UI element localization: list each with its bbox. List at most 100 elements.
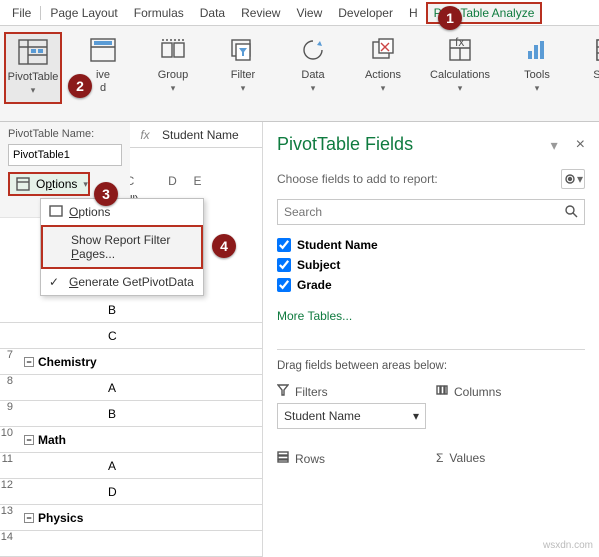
row-number[interactable]: 12 [0, 479, 16, 491]
cell-chemistry[interactable]: −Chemistry [18, 355, 168, 369]
area-rows-label: Rows [277, 451, 426, 466]
svg-text:fx: fx [455, 37, 464, 49]
group-icon [157, 34, 189, 66]
cell-math[interactable]: −Math [18, 433, 168, 447]
search-icon [564, 204, 578, 221]
filter-label: Filter [231, 69, 255, 82]
cell-value[interactable]: A [18, 459, 168, 473]
filter-icon [227, 34, 259, 66]
row-number[interactable]: 8 [0, 375, 16, 387]
fields-search[interactable] [277, 199, 585, 225]
field-checkbox[interactable] [277, 278, 291, 292]
more-tables-link[interactable]: More Tables... [277, 309, 585, 323]
tools-button[interactable]: Tools ▾ [508, 32, 566, 94]
chevron-down-icon: ▾ [241, 83, 246, 94]
pivottable-icon [17, 36, 49, 68]
field-list: Student Name Subject Grade [277, 235, 585, 295]
close-icon[interactable]: × [576, 136, 585, 154]
ribbon: PivotTable ▾ ive d Group ▾ Filter ▾ Data… [0, 26, 599, 122]
menu-options-label: Options [69, 205, 110, 219]
cell-value[interactable]: D [18, 485, 168, 499]
tab-page-layout[interactable]: Page Layout [42, 2, 125, 24]
formula-bar: fx Student Name [125, 122, 262, 148]
tab-view[interactable]: View [288, 2, 330, 24]
chevron-down-icon: ▾ [413, 409, 419, 423]
tab-data[interactable]: Data [192, 2, 233, 24]
filter-icon [277, 384, 289, 399]
collapse-icon[interactable]: − [24, 435, 34, 445]
spreadsheet-cells[interactable]: B C 7−Chemistry 8A 9B 10−Math 11A 12D 13… [0, 297, 262, 557]
menu-item-show-report-filter-pages[interactable]: Show Report Filter Pages... [41, 225, 203, 269]
col-d[interactable]: D [160, 174, 185, 194]
collapse-icon[interactable]: − [24, 513, 34, 523]
data-button[interactable]: Data ▾ [284, 32, 342, 94]
options-button[interactable]: Options ▾ [8, 172, 90, 196]
group-button[interactable]: Group ▾ [144, 32, 202, 94]
row-number[interactable]: 7 [0, 349, 16, 361]
chevron-down-icon: ▾ [381, 83, 386, 94]
fields-subtitle: Choose fields to add to report: [277, 172, 438, 186]
cell-value[interactable]: A [18, 381, 168, 395]
formula-value[interactable]: Student Name [156, 128, 239, 142]
check-icon: ✓ [49, 275, 59, 289]
area-columns-label: Columns [436, 384, 585, 399]
actions-label: Actions [365, 69, 401, 82]
calculations-button[interactable]: fx Calculations ▾ [424, 32, 496, 94]
tab-formulas[interactable]: Formulas [126, 2, 192, 24]
tab-help[interactable]: H [401, 2, 426, 24]
chevron-down-icon[interactable]: ▾ [551, 137, 558, 154]
row-number[interactable]: 11 [0, 453, 16, 465]
cell-physics[interactable]: −Physics [18, 511, 168, 525]
row-number[interactable]: 10 [0, 427, 16, 439]
chevron-down-icon: ▾ [83, 179, 88, 190]
active-field-label-1: ive [96, 69, 110, 82]
show-button[interactable]: Show ▾ [578, 32, 599, 94]
tab-developer[interactable]: Developer [330, 2, 401, 24]
row-number[interactable]: 14 [0, 531, 16, 543]
field-checkbox[interactable] [277, 258, 291, 272]
pivottable-label: PivotTable [8, 71, 59, 84]
actions-icon [367, 34, 399, 66]
left-pane: fx Student Name PivotTable Name: Options… [0, 122, 262, 557]
actions-button[interactable]: Actions ▾ [354, 32, 412, 94]
cell-value[interactable]: B [18, 303, 168, 317]
active-field-icon [87, 34, 119, 66]
refresh-icon [297, 34, 329, 66]
field-subject[interactable]: Subject [277, 255, 585, 275]
search-input[interactable] [284, 205, 564, 219]
pivottable-button[interactable]: PivotTable ▾ [4, 32, 62, 104]
options-item-icon [49, 205, 63, 220]
collapse-icon[interactable]: − [24, 357, 34, 367]
sigma-icon: Σ [436, 451, 443, 465]
work-area: fx Student Name PivotTable Name: Options… [0, 122, 599, 557]
field-student-name[interactable]: Student Name [277, 235, 585, 255]
filter-button[interactable]: Filter ▾ [214, 32, 272, 94]
cell-value[interactable]: C [18, 329, 168, 343]
tools-label: Tools [524, 69, 550, 82]
pivottable-fields-pane: PivotTable Fields ▾ × Choose fields to a… [262, 122, 599, 557]
active-field-label-2: d [100, 82, 106, 95]
ribbon-tabs: File Page Layout Formulas Data Review Vi… [0, 0, 599, 26]
pivottable-name-input[interactable] [8, 144, 122, 166]
group-label: Group [158, 69, 189, 82]
tab-file[interactable]: File [4, 2, 39, 24]
show-label: Show [593, 69, 599, 82]
cell-value[interactable]: B [18, 407, 168, 421]
tab-review[interactable]: Review [233, 2, 288, 24]
area-filters-item[interactable]: Student Name▾ [277, 403, 426, 429]
chart-icon [521, 34, 553, 66]
step-badge-3: 3 [94, 182, 118, 206]
col-e[interactable]: E [185, 174, 210, 194]
field-checkbox[interactable] [277, 238, 291, 252]
row-number[interactable]: 9 [0, 401, 16, 413]
fx-label[interactable]: fx [134, 128, 156, 142]
menu-item-options[interactable]: Options [41, 199, 203, 225]
step-badge-1: 1 [438, 6, 462, 30]
menu-generate-label: Generate GetPivotData [69, 275, 194, 289]
menu-item-generate-getpivotdata[interactable]: ✓ Generate GetPivotData [41, 269, 203, 295]
row-number[interactable]: 13 [0, 505, 16, 517]
gear-icon[interactable]: ▾ [561, 169, 585, 189]
options-dropdown: Options Show Report Filter Pages... ✓ Ge… [40, 198, 204, 296]
field-grade[interactable]: Grade [277, 275, 585, 295]
chevron-down-icon: ▾ [31, 85, 36, 96]
